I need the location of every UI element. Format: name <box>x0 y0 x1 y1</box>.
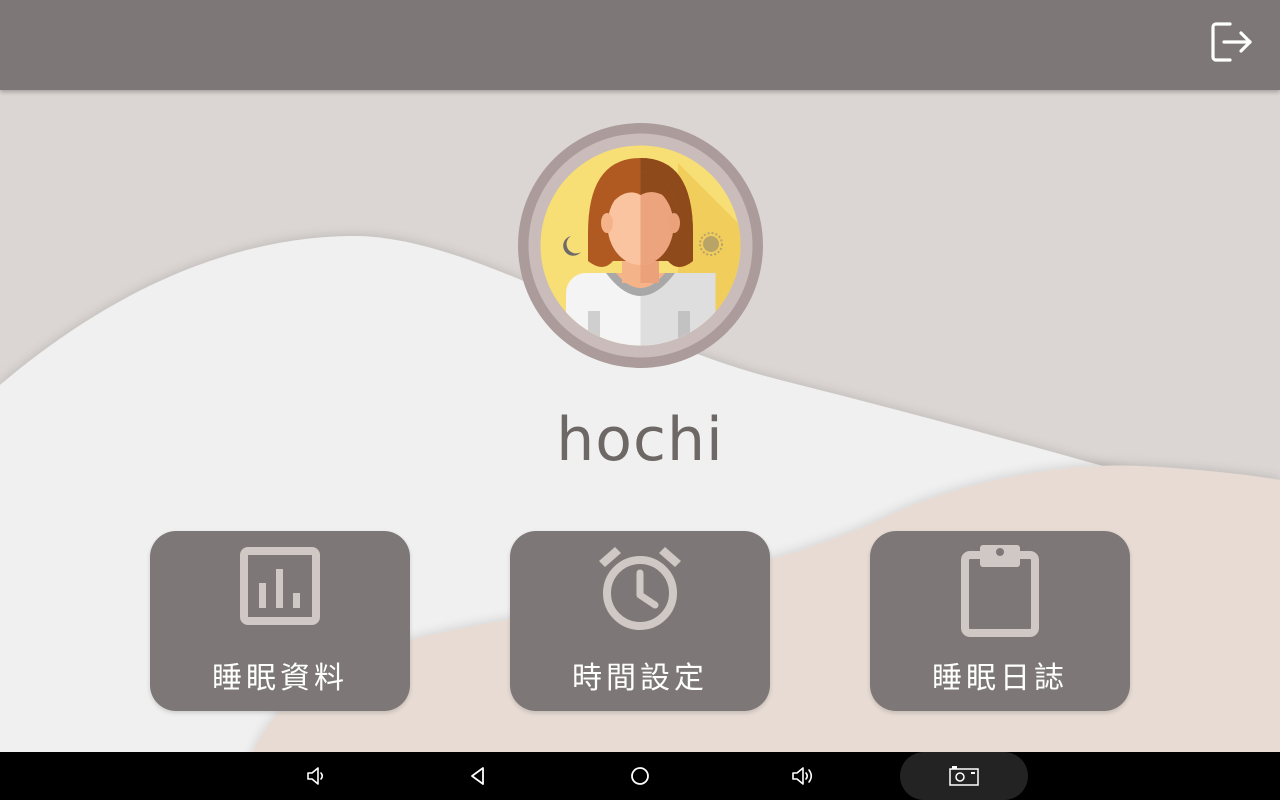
volume-up-button[interactable] <box>782 752 822 800</box>
time-settings-button[interactable]: 時間設定 <box>510 531 770 711</box>
user-avatar-icon <box>518 123 763 368</box>
clipboard-icon <box>961 545 1039 637</box>
alarm-clock-icon <box>599 547 681 630</box>
volume-down-icon <box>307 767 324 785</box>
sleep-diary-button[interactable]: 睡眠日誌 <box>870 531 1130 711</box>
username: hochi <box>556 405 724 475</box>
home-icon <box>631 767 649 785</box>
volume-down-button[interactable] <box>296 752 336 800</box>
logout-icon <box>1211 22 1252 62</box>
top-app-bar <box>0 0 1280 90</box>
screenshot-button[interactable] <box>944 752 984 800</box>
sleep-data-label: 睡眠資料 <box>212 661 348 696</box>
back-icon <box>471 767 484 785</box>
sleep-diary-label: 睡眠日誌 <box>932 661 1068 696</box>
volume-up-icon <box>792 767 813 785</box>
home-button[interactable] <box>620 752 660 800</box>
logout-button[interactable] <box>1206 16 1258 68</box>
user-avatar[interactable] <box>518 123 763 368</box>
sleep-data-button[interactable]: 睡眠資料 <box>150 531 410 711</box>
back-button[interactable] <box>458 752 498 800</box>
screenshot-icon <box>949 766 979 786</box>
bar-chart-icon <box>240 547 320 625</box>
time-settings-label: 時間設定 <box>572 661 708 696</box>
system-navigation-bar <box>0 752 1280 800</box>
